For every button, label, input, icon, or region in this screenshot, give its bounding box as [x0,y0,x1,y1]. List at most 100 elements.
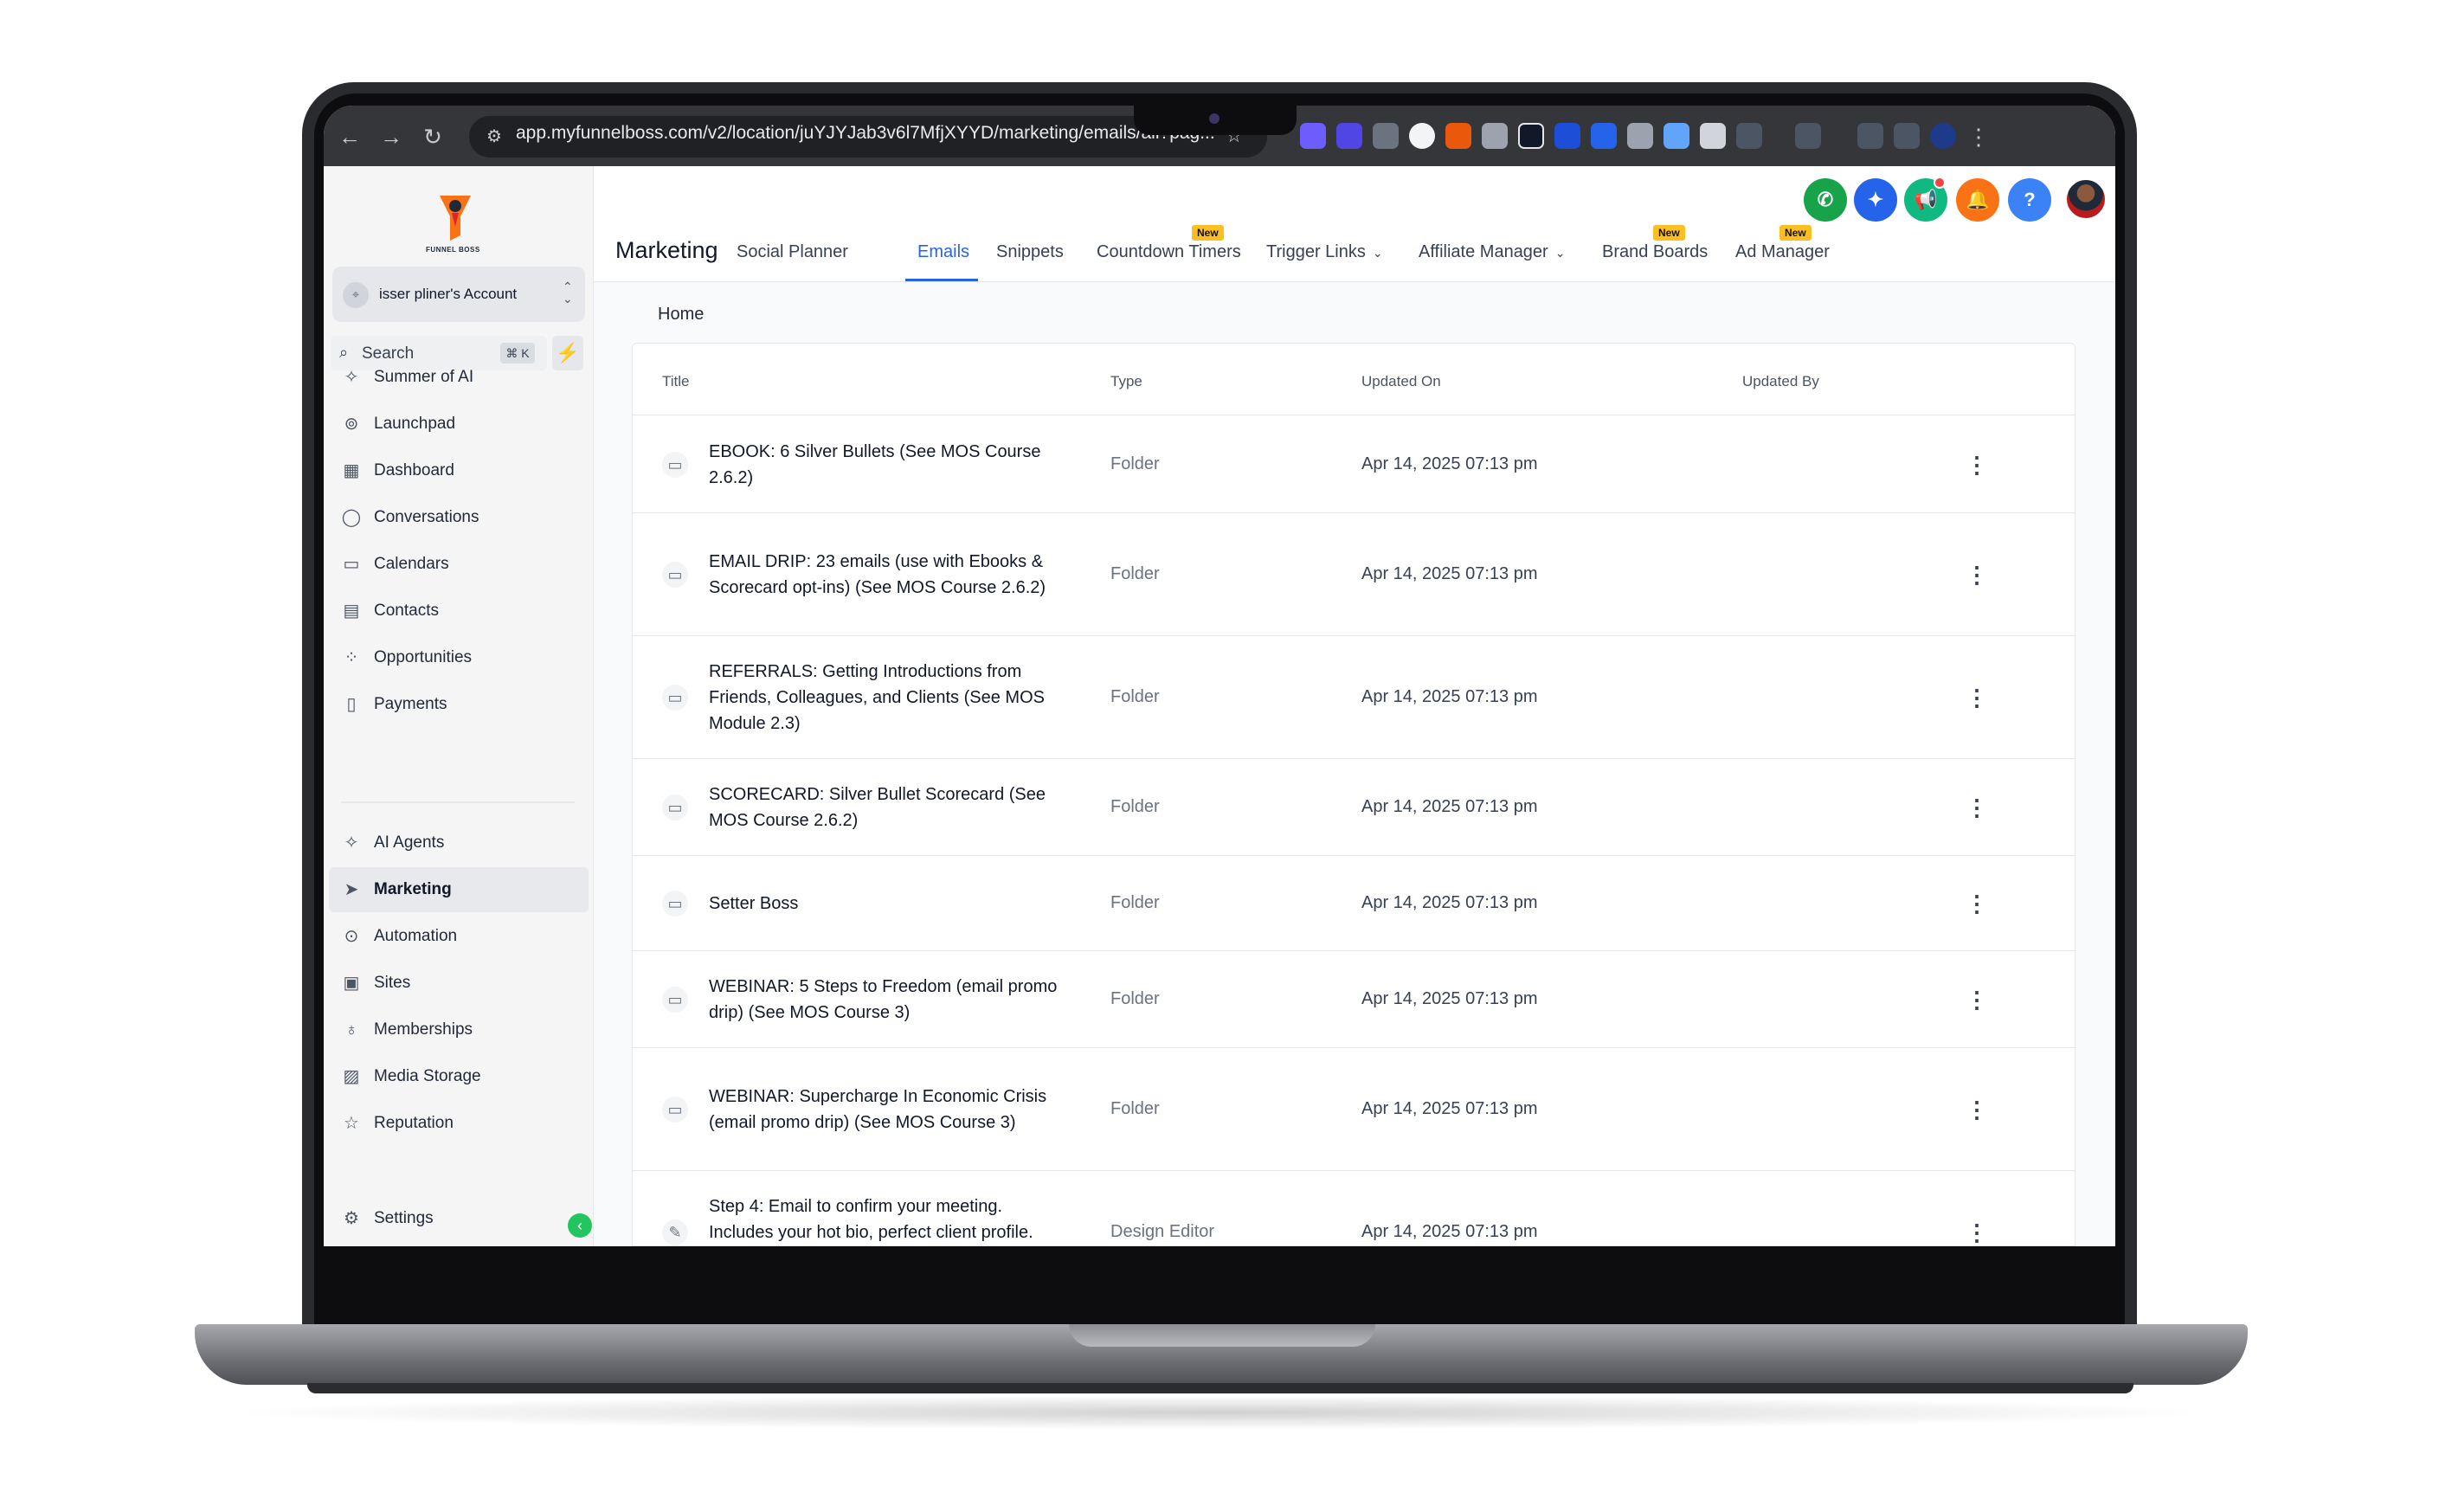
kebab-menu-icon[interactable]: ⋮ [1966,1098,1988,1121]
folder-icon: ▭ [662,1097,688,1123]
tab-label: Brand Boards [1602,242,1709,261]
tab-social-planner[interactable]: Social Planner [737,242,848,262]
sidebar-item-memberships[interactable]: ♁ Memberships [329,1007,589,1052]
more-menu-icon[interactable]: ⋮ [1966,125,1991,149]
page-title: Marketing [615,237,718,263]
sparkle-icon: ✧ [344,368,359,387]
sidebar-item-marketing[interactable]: ➤ Marketing [329,867,589,912]
vimeo-extension-icon[interactable] [1554,123,1580,149]
sidebar-item-contacts[interactable]: ▤ Contacts [329,589,589,634]
account-switcher[interactable]: ⌖ isser pliner's Account ⌃ ⌄ [332,267,585,322]
sidebar-item-media-storage[interactable]: ▨ Media Storage [329,1054,589,1099]
sidebar-item-settings[interactable]: ⚙ Settings [329,1196,589,1241]
download-icon[interactable] [1857,123,1883,149]
column-header-type[interactable]: Type [1110,373,1142,390]
row-title[interactable]: Setter Boss [709,891,1071,917]
row-type: Design Editor [1110,1222,1215,1241]
table-row[interactable]: ▭ EBOOK: 6 Silver Bullets (See MOS Course… [633,416,2075,513]
puzzle-icon[interactable] [1736,123,1762,149]
collapse-sidebar-chevron-icon[interactable]: ‹ [568,1213,592,1238]
table-row[interactable]: ▭ EMAIL DRIP: 23 emails (use with Ebooks … [633,513,2075,636]
tab-brand-boards[interactable]: Brand Boards [1602,242,1708,262]
extension-icon[interactable] [1664,123,1689,149]
table-row[interactable]: ▭ Setter Boss Folder Apr 14, 2025 07:13 pm ⋮ [633,856,2075,951]
shield-extension-icon[interactable] [1482,123,1508,149]
tab-label: Snippets [996,242,1064,261]
url-text[interactable]: app.myfunnelboss.com/v2/location/juYJYJa… [516,123,1243,144]
sidebar-item-calendars[interactable]: ▭ Calendars [329,542,589,587]
column-header-updated-by[interactable]: Updated By [1742,373,1819,390]
tab-affiliate-manager[interactable]: Affiliate Manager ⌄ [1419,242,1565,262]
help-icon[interactable]: ? [2008,178,2051,222]
table-row[interactable]: ▭ WEBINAR: Supercharge In Economic Crisis… [633,1048,2075,1171]
tab-trigger-links[interactable]: Trigger Links ⌄ [1266,242,1383,262]
extension-icon[interactable] [1627,123,1653,149]
row-title[interactable]: WEBINAR: Supercharge In Economic Crisis … [709,1084,1071,1136]
sidebar-item-label: Summer of AI [374,368,474,386]
sparkle-icon: ✧ [344,833,359,853]
kebab-menu-icon[interactable]: ⋮ [1966,988,1988,1011]
phone-icon[interactable]: ✆ [1804,178,1847,222]
row-title[interactable]: WEBINAR: 5 Steps to Freedom (email promo… [709,974,1071,1026]
sidebar-item-ai-agents[interactable]: ✧ AI Agents [329,820,589,865]
kebab-menu-icon[interactable]: ⋮ [1966,1221,1988,1244]
tab-snippets[interactable]: Snippets [996,242,1064,262]
kebab-menu-icon[interactable]: ⋮ [1966,686,1988,709]
sidebar-item-launchpad[interactable]: ⊚ Launchpad [329,402,589,447]
extension-icon[interactable] [1445,123,1471,149]
forward-arrow-icon[interactable]: → [379,125,403,149]
pencil-icon: ✎ [662,1219,688,1245]
extension-icon[interactable] [1409,123,1435,149]
row-title[interactable]: SCORECARD: Silver Bullet Scorecard (See … [709,782,1071,833]
sidebar-item-automation[interactable]: ⊙ Automation [329,914,589,959]
sparkle-icon[interactable]: ✦ [1854,178,1897,222]
emails-table: Title Type Updated On Updated By ▭ EBOOK:… [632,343,2075,1246]
kebab-menu-icon[interactable]: ⋮ [1966,563,1988,586]
bookmarks-icon[interactable] [1795,123,1821,149]
breadcrumb[interactable]: Home [658,305,704,325]
kebab-menu-icon[interactable]: ⋮ [1966,454,1988,476]
column-header-title[interactable]: Title [662,373,690,390]
sidebar-item-conversations[interactable]: ◯ Conversations [329,495,589,540]
profile-icon[interactable] [1930,123,1956,149]
reload-icon[interactable]: ↻ [421,125,445,149]
row-title[interactable]: REFERRALS: Getting Introductions from Fr… [709,659,1071,737]
column-header-updated-on[interactable]: Updated On [1361,373,1441,390]
sidebar-item-opportunities[interactable]: ⁘ Opportunities [329,635,589,680]
table-row[interactable]: ✎ Step 4: Email to confirm your meeting. … [633,1171,2075,1245]
sidebar-item-payments[interactable]: ▯ Payments [329,682,589,727]
tab-ad-manager[interactable]: Ad Manager [1735,242,1830,262]
extension-icon[interactable] [1336,123,1362,149]
extension-icon[interactable] [1300,123,1326,149]
bell-icon[interactable]: 🔔 [1956,178,1999,222]
site-settings-icon[interactable]: ⚙ [486,127,505,146]
extension-icon[interactable] [1518,123,1544,149]
sidebar-item-label: Launchpad [374,415,456,433]
kebab-menu-icon[interactable]: ⋮ [1966,892,1988,915]
sidebar-item-label: Opportunities [374,648,473,666]
row-title[interactable]: Step 4: Email to confirm your meeting. I… [709,1194,1071,1245]
tab-countdown-timers[interactable]: Countdown Timers [1097,242,1241,262]
table-row[interactable]: ▭ SCORECARD: Silver Bullet Scorecard (See… [633,759,2075,856]
sidebar-item-label: Automation [374,927,458,945]
sidebar-item-reputation[interactable]: ☆ Reputation [329,1101,589,1146]
row-title[interactable]: EBOOK: 6 Silver Bullets (See MOS Course … [709,439,1071,491]
extension-icon[interactable] [1700,123,1726,149]
table-row[interactable]: ▭ REFERRALS: Getting Introductions from F… [633,636,2075,759]
table-row[interactable]: ▭ WEBINAR: 5 Steps to Freedom (email prom… [633,951,2075,1048]
sidebar-item-sites[interactable]: ▣ Sites [329,961,589,1006]
row-title[interactable]: EMAIL DRIP: 23 emails (use with Ebooks &… [709,549,1071,601]
back-arrow-icon[interactable]: ← [338,125,362,149]
avatar[interactable] [2065,178,2107,220]
folder-icon: ▭ [662,562,688,588]
sidebar-item-summer-of-ai[interactable]: ✧ Summer of AI [329,355,589,400]
folder-icon: ▭ [662,452,688,478]
tag-extension-icon[interactable] [1591,123,1617,149]
sidebar-item-dashboard[interactable]: ▦ Dashboard [329,448,589,493]
extension-icon[interactable] [1894,123,1920,149]
row-updated-on: Apr 14, 2025 07:13 pm [1361,1222,1538,1241]
kebab-menu-icon[interactable]: ⋮ [1966,796,1988,819]
camera-extension-icon[interactable] [1373,123,1399,149]
notification-dot [1934,177,1946,189]
tab-emails[interactable]: Emails [917,242,969,262]
